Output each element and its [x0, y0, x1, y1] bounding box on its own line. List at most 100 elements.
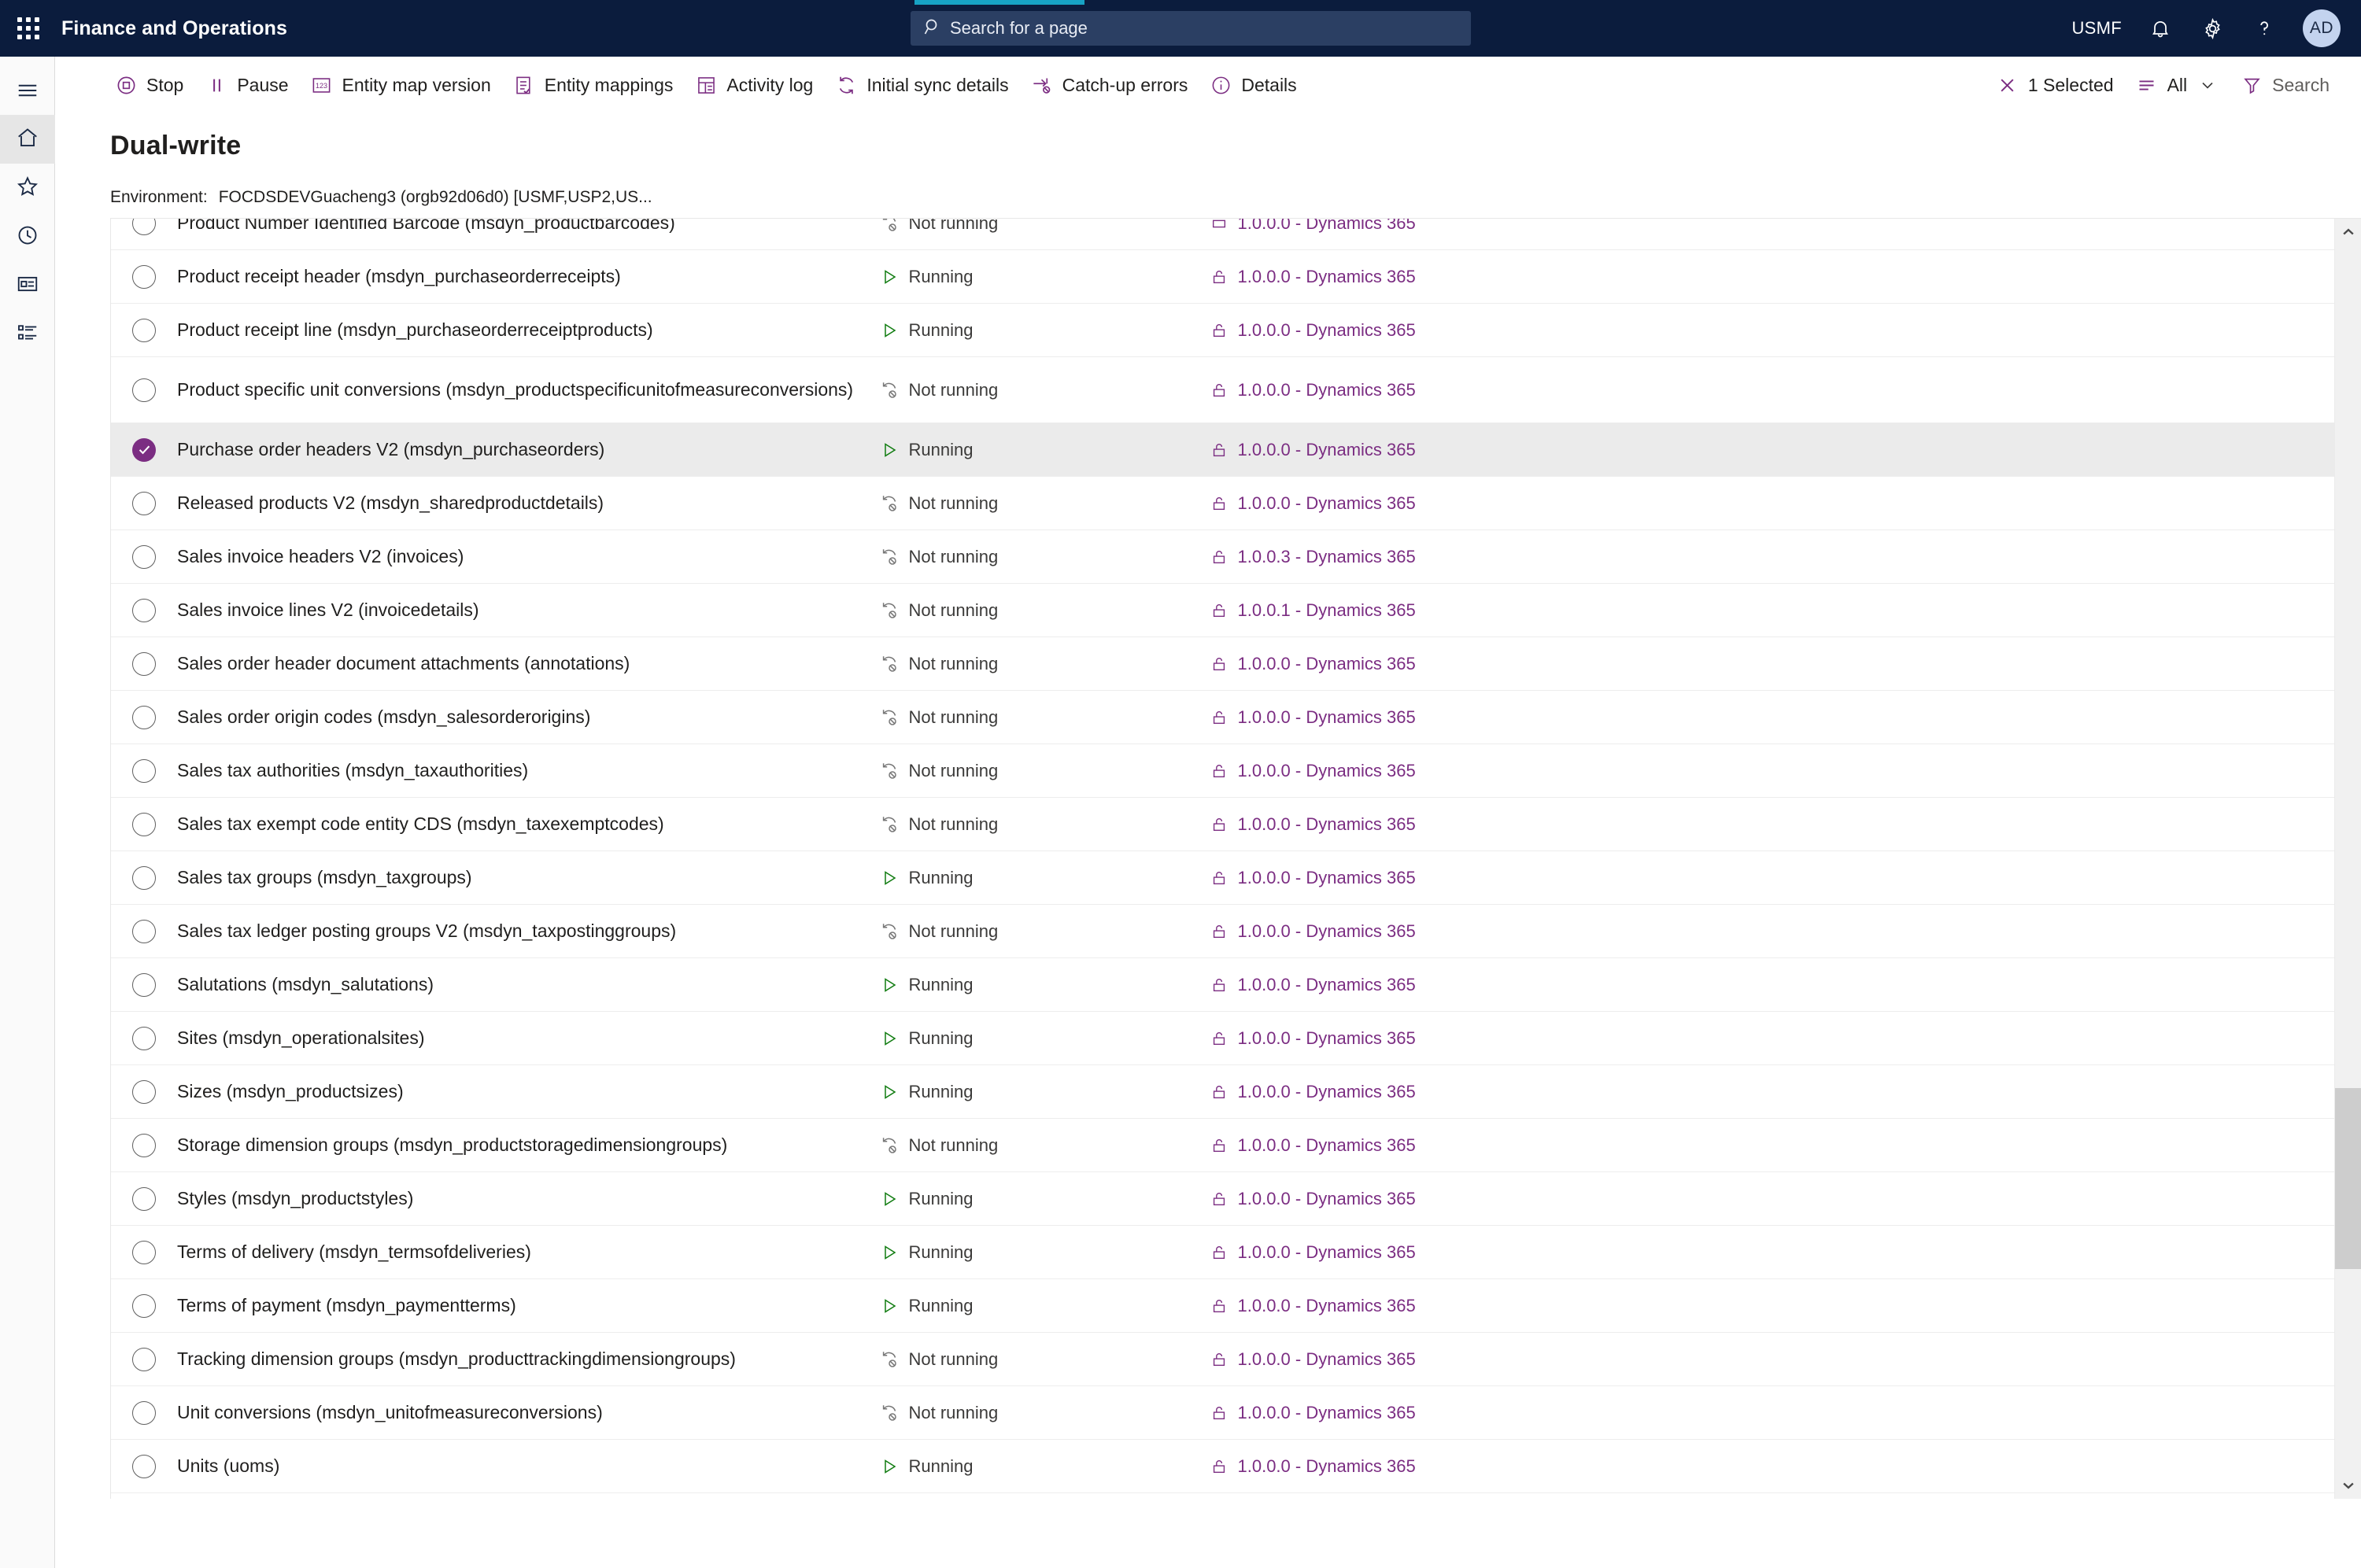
version-cell[interactable]: 1.0.0.0 - Dynamics 365	[1210, 1189, 1651, 1209]
row-radio-icon[interactable]	[132, 544, 156, 569]
table-row[interactable]: Storage dimension groups (msdyn_products…	[111, 1119, 2334, 1172]
version-cell[interactable]: 1.0.0.0 - Dynamics 365	[1210, 320, 1651, 341]
entity-map-version-button[interactable]: 123 Entity map version	[300, 63, 502, 107]
version-cell[interactable]: 1.0.0.0 - Dynamics 365	[1210, 1456, 1651, 1477]
row-radio-icon[interactable]	[132, 378, 156, 402]
entity-mappings-button[interactable]: Entity mappings	[502, 63, 685, 107]
row-selected-icon[interactable]	[132, 437, 156, 462]
row-select-cell[interactable]	[111, 705, 177, 729]
version-cell[interactable]: 1.0.0.0 - Dynamics 365	[1210, 267, 1651, 287]
scrollbar-thumb[interactable]	[2335, 1088, 2361, 1269]
row-radio-icon[interactable]	[132, 491, 156, 515]
version-link[interactable]: 1.0.0.0 - Dynamics 365	[1238, 1456, 1416, 1477]
stop-button[interactable]: Stop	[104, 63, 194, 107]
row-radio-icon[interactable]	[132, 598, 156, 622]
version-link[interactable]: 1.0.0.1 - Dynamics 365	[1238, 600, 1416, 621]
version-cell[interactable]: 1.0.0.0 - Dynamics 365	[1210, 921, 1651, 942]
table-row[interactable]: Sales invoice headers V2 (invoices) Not r…	[111, 530, 2334, 584]
row-select-cell[interactable]	[111, 491, 177, 515]
version-cell[interactable]: 1.0.0.0 - Dynamics 365	[1210, 707, 1651, 728]
company-selector[interactable]: USMF	[2071, 18, 2122, 39]
grid-search-button[interactable]: Search	[2230, 63, 2341, 107]
scroll-down-icon[interactable]	[2335, 1472, 2361, 1499]
table-row[interactable]: Styles (msdyn_productstyles) Running 1.0.0…	[111, 1172, 2334, 1226]
row-radio-icon[interactable]	[132, 1400, 156, 1425]
row-radio-icon[interactable]	[132, 651, 156, 676]
table-row[interactable]: Product receipt line (msdyn_purchaseorde…	[111, 304, 2334, 357]
sidebar-item-modules[interactable]	[0, 310, 55, 359]
row-radio-icon[interactable]	[132, 1186, 156, 1211]
version-link[interactable]: 1.0.0.0 - Dynamics 365	[1238, 320, 1416, 341]
row-radio-icon[interactable]	[132, 1133, 156, 1157]
version-cell[interactable]: 1.0.0.0 - Dynamics 365	[1210, 1296, 1651, 1316]
version-link[interactable]: 1.0.0.0 - Dynamics 365	[1238, 654, 1416, 674]
row-select-cell[interactable]	[111, 919, 177, 943]
table-row[interactable]: Product Number Identified Barcode (msdyn…	[111, 219, 2334, 250]
row-select-cell[interactable]	[111, 1026, 177, 1050]
row-radio-icon[interactable]	[132, 758, 156, 783]
row-radio-icon[interactable]	[132, 264, 156, 289]
sidebar-item-workspaces[interactable]	[0, 261, 55, 310]
version-cell[interactable]: 1.0.0.0 - Dynamics 365	[1210, 493, 1651, 514]
row-radio-icon[interactable]	[132, 919, 156, 943]
version-link[interactable]: 1.0.0.0 - Dynamics 365	[1238, 1296, 1416, 1316]
table-row[interactable]: Unit conversions (msdyn_unitofmeasurecon…	[111, 1386, 2334, 1440]
table-row[interactable]: Units (uoms) Running 1.0.0.0 - Dynamics 36…	[111, 1440, 2334, 1493]
row-select-cell[interactable]	[111, 264, 177, 289]
row-select-cell[interactable]	[111, 758, 177, 783]
version-cell[interactable]: 1.0.0.3 - Dynamics 365	[1210, 547, 1651, 567]
version-link[interactable]: 1.0.0.0 - Dynamics 365	[1238, 1242, 1416, 1263]
version-cell[interactable]: 1.0.0.0 - Dynamics 365	[1210, 1082, 1651, 1102]
version-cell[interactable]: 1.0.0.0 - Dynamics 365	[1210, 654, 1651, 674]
row-select-cell[interactable]	[111, 1347, 177, 1371]
version-link[interactable]: 1.0.0.0 - Dynamics 365	[1238, 921, 1416, 942]
version-cell[interactable]: 1.0.0.0 - Dynamics 365	[1210, 814, 1651, 835]
version-link[interactable]: 1.0.0.0 - Dynamics 365	[1238, 761, 1416, 781]
table-row[interactable]: Sales order origin codes (msdyn_salesord…	[111, 691, 2334, 744]
global-search[interactable]: Search for a page	[911, 11, 1471, 46]
version-link[interactable]: 1.0.0.3 - Dynamics 365	[1238, 547, 1416, 567]
app-launcher-icon[interactable]	[0, 0, 57, 57]
row-select-cell[interactable]	[111, 1079, 177, 1104]
environment-value[interactable]: FOCDSDEVGuacheng3 (orgb92d06d0) [USMF,US…	[219, 188, 652, 207]
table-row[interactable]: Terms of payment (msdyn_paymentterms) Run…	[111, 1279, 2334, 1333]
table-row[interactable]: Sites (msdyn_operationalsites) Running 1.0…	[111, 1012, 2334, 1065]
initial-sync-details-button[interactable]: Initial sync details	[824, 63, 1019, 107]
row-radio-icon[interactable]	[132, 219, 156, 235]
gear-icon[interactable]	[2199, 15, 2226, 42]
details-button[interactable]: Details	[1199, 63, 1307, 107]
table-row[interactable]: Sales invoice lines V2 (invoicedetails) N…	[111, 584, 2334, 637]
table-row[interactable]: Purchase order headers V2 (msdyn_purchas…	[111, 423, 2334, 477]
version-cell[interactable]: 1.0.0.1 - Dynamics 365	[1210, 600, 1651, 621]
sidebar-item-favorites[interactable]	[0, 164, 55, 212]
row-select-cell[interactable]	[111, 972, 177, 997]
catch-up-errors-button[interactable]: Catch-up errors	[1020, 63, 1199, 107]
row-select-cell[interactable]	[111, 544, 177, 569]
row-select-cell[interactable]	[111, 1400, 177, 1425]
row-radio-icon[interactable]	[132, 972, 156, 997]
pause-button[interactable]: Pause	[194, 63, 299, 107]
table-row[interactable]: Sales order header document attachments …	[111, 637, 2334, 691]
scroll-up-icon[interactable]	[2335, 219, 2361, 245]
row-radio-icon[interactable]	[132, 865, 156, 890]
row-radio-icon[interactable]	[132, 1347, 156, 1371]
hamburger-icon[interactable]	[0, 66, 55, 115]
table-row[interactable]: Sales tax ledger posting groups V2 (msdy…	[111, 905, 2334, 958]
version-link[interactable]: 1.0.0.0 - Dynamics 365	[1238, 1135, 1416, 1156]
version-link[interactable]: 1.0.0.0 - Dynamics 365	[1238, 814, 1416, 835]
table-row[interactable]: Sales tax exempt code entity CDS (msdyn_…	[111, 798, 2334, 851]
version-cell[interactable]: 1.0.0.0 - Dynamics 365	[1210, 1028, 1651, 1049]
table-row[interactable]: Salutations (msdyn_salutations) Running 1.…	[111, 958, 2334, 1012]
table-row[interactable]: Released products V2 (msdyn_sharedproduc…	[111, 477, 2334, 530]
version-link[interactable]: 1.0.0.0 - Dynamics 365	[1238, 380, 1416, 400]
version-link[interactable]: 1.0.0.0 - Dynamics 365	[1238, 1189, 1416, 1209]
version-link[interactable]: 1.0.0.0 - Dynamics 365	[1238, 1403, 1416, 1423]
row-select-cell[interactable]	[111, 865, 177, 890]
row-select-cell[interactable]	[111, 812, 177, 836]
table-row[interactable]: Tracking dimension groups (msdyn_product…	[111, 1333, 2334, 1386]
bell-icon[interactable]	[2147, 15, 2174, 42]
sidebar-item-recent[interactable]	[0, 212, 55, 261]
filter-all-button[interactable]: All	[2125, 63, 2230, 107]
row-select-cell[interactable]	[111, 651, 177, 676]
version-link[interactable]: 1.0.0.0 - Dynamics 365	[1238, 493, 1416, 514]
